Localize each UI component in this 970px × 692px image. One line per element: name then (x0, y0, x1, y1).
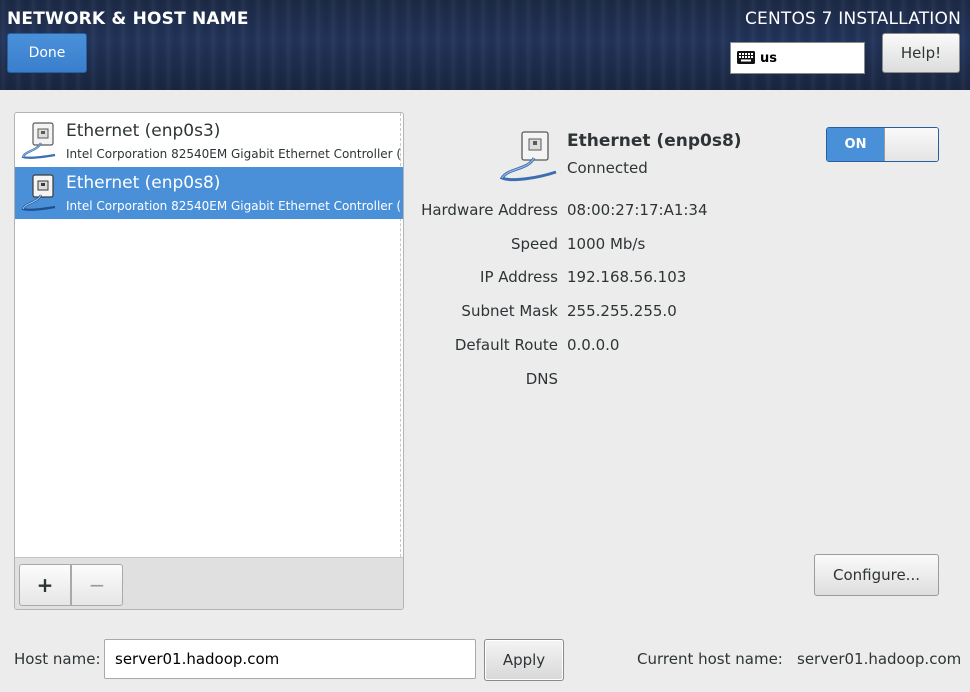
device-description: Intel Corporation 82540EM Gigabit Ethern… (66, 199, 402, 213)
device-list-item-enp0s3[interactable]: Ethernet (enp0s3) Intel Corporation 8254… (15, 115, 403, 167)
speed-value: 1000 Mb/s (567, 235, 646, 253)
subnet-mask-value: 255.255.255.0 (567, 302, 677, 320)
remove-device-button[interactable]: − (71, 564, 123, 606)
current-host-name-value: server01.hadoop.com (797, 650, 962, 668)
device-list-item-enp0s8[interactable]: Ethernet (enp0s8) Intel Corporation 8254… (15, 167, 403, 219)
ip-address-label: IP Address (480, 268, 558, 286)
toggle-on-label: ON (827, 128, 884, 161)
device-list-toolbar: + − (15, 557, 403, 609)
apply-button[interactable]: Apply (484, 639, 564, 681)
toggle-knob (884, 128, 938, 161)
keyboard-layout-indicator[interactable]: us (730, 42, 865, 74)
keyboard-icon (737, 49, 755, 68)
page-title: NETWORK & HOST NAME (7, 9, 249, 29)
keyboard-layout-label: us (760, 50, 777, 66)
default-route-label: Default Route (454, 336, 558, 354)
device-name: Ethernet (enp0s8) (66, 173, 221, 193)
ethernet-cable-icon (498, 128, 562, 190)
device-description: Intel Corporation 82540EM Gigabit Ethern… (66, 147, 402, 161)
host-name-label: Host name: (14, 650, 101, 668)
ip-address-value: 192.168.56.103 (567, 268, 687, 286)
help-button[interactable]: Help! (882, 33, 960, 73)
add-device-button[interactable]: + (19, 564, 71, 606)
subnet-mask-label: Subnet Mask (461, 302, 558, 320)
installer-title: CENTOS 7 INSTALLATION (744, 9, 961, 29)
default-route-value: 0.0.0.0 (567, 336, 620, 354)
host-name-input[interactable] (104, 639, 476, 679)
header-bar: NETWORK & HOST NAME Done CENTOS 7 INSTAL… (0, 0, 970, 90)
configure-button[interactable]: Configure... (814, 554, 939, 596)
dns-label: DNS (525, 370, 558, 388)
ethernet-cable-icon (19, 121, 59, 167)
device-connection-status: Connected (567, 159, 648, 177)
device-detail-name: Ethernet (enp0s8) (567, 131, 742, 151)
speed-label: Speed (510, 235, 558, 253)
device-on-off-toggle[interactable]: ON (826, 127, 939, 162)
current-host-name-label: Current host name: (637, 650, 783, 668)
device-name: Ethernet (enp0s3) (66, 121, 221, 141)
done-button[interactable]: Done (7, 33, 87, 73)
network-device-list[interactable]: Ethernet (enp0s3) Intel Corporation 8254… (14, 112, 404, 610)
hardware-address-value: 08:00:27:17:A1:34 (567, 201, 708, 219)
hardware-address-label: Hardware Address (421, 201, 558, 219)
ethernet-cable-icon (19, 173, 59, 219)
